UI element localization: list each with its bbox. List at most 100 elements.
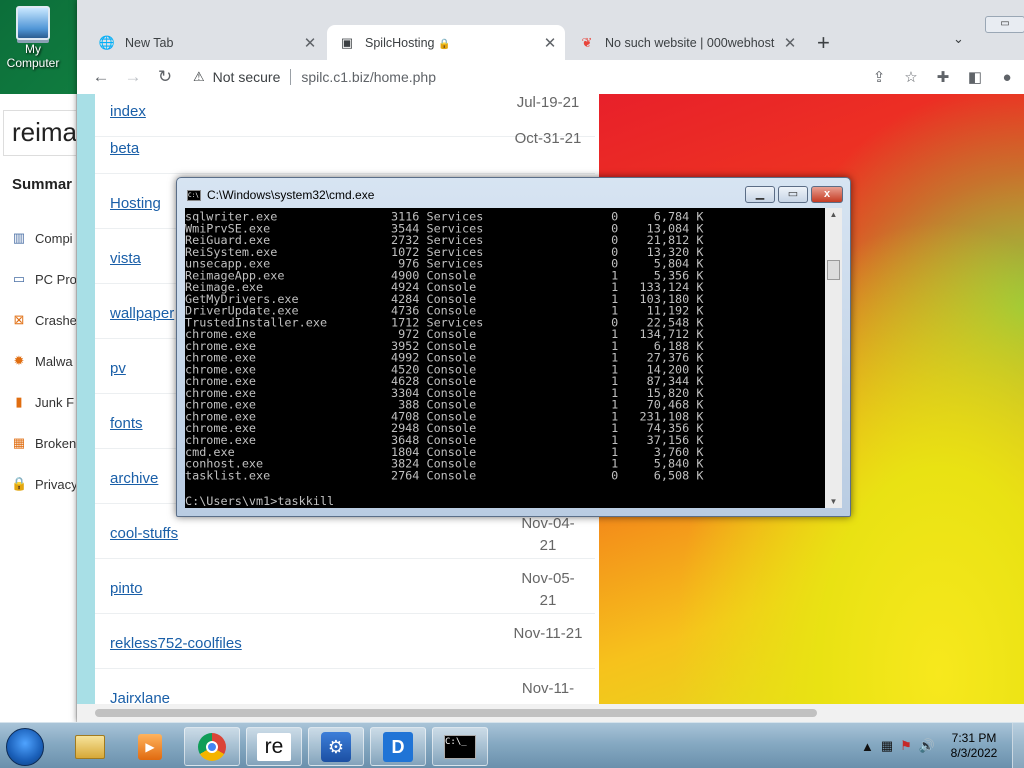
tab-new-tab[interactable]: 🌐 New Tab ✕ [87,25,325,60]
site-icon: ▣ [340,34,354,50]
address-bar[interactable]: ⚠ Not secure spilc.c1.biz/home.php [193,63,853,91]
reimage-item-label: Junk F [35,394,75,410]
reimage-item-label: Compi [35,230,73,246]
side-panel-icon[interactable]: ◧ [959,68,991,86]
tasklist-output: sqlwriter.exe 3116 Services 0 6,784 K Wmi… [185,211,825,481]
clock-time: 7:31 PM [951,731,997,745]
file-explorer-icon[interactable] [62,727,118,766]
tab-spilchosting[interactable]: ▣ SpilcHosting 🔒 ✕ [327,25,565,60]
site-link[interactable]: pinto [110,580,143,597]
site-link[interactable]: rekless752-coolfiles [110,635,242,652]
site-date: Nov-11- [521,680,575,697]
cmd-vertical-scrollbar[interactable]: ▲ ▼ [825,208,842,508]
cmd-console-area[interactable]: sqlwriter.exe 3116 Services 0 6,784 K Wmi… [185,208,825,508]
start-button[interactable] [6,728,44,766]
tab-000webhost[interactable]: ❦ No such website | 000webhost ✕ [567,25,805,60]
globe-icon: 🌐 [98,34,116,50]
site-link[interactable]: archive [110,470,158,487]
new-tab-button[interactable]: + [817,30,830,56]
reimage-item-privacy[interactable]: 🔒 Privacy [11,476,77,492]
url-text: spilc.c1.biz/home.php [301,69,436,85]
tab-search-chevron-icon[interactable]: ⌄ [953,31,964,47]
tab-title: New Tab [125,35,174,50]
close-tab-icon[interactable]: ✕ [541,34,559,52]
settings-shield-icon[interactable]: ⚙ [308,727,364,766]
back-arrow-icon[interactable]: ← [85,67,117,87]
bookmark-star-icon[interactable]: ☆ [895,68,927,86]
cmd-maximize-button[interactable]: ▭ [778,186,808,203]
grid-icon: ▦ [12,435,26,450]
extensions-puzzle-icon[interactable]: ✚ [927,68,959,86]
tab-title: No such website | 000webhost [605,35,775,50]
reimage-item-label: Privacy [35,476,77,492]
reimage-item-junk-files[interactable]: ▮ Junk F [11,394,74,410]
window-minimize-button[interactable]: ▭ [985,16,1024,33]
chrome-icon[interactable] [184,727,240,766]
reimage-item-malware[interactable]: ✹ Malwa [11,353,73,369]
cmd-minimize-button[interactable]: ▁ [745,186,775,203]
network-icon[interactable]: ▦ [881,738,893,754]
reimage-item-pc-profile[interactable]: ▭ PC Pro [11,271,77,287]
reimage-logo: reimag [3,110,76,156]
taskbar: ▶ re ⚙ D C:\_ ▲ ▦ ⚑ 🔊 7:31 PM 8/3/2022 [0,722,1024,768]
action-center-flag-icon[interactable]: ⚑ [900,738,912,754]
scroll-up-arrow-icon[interactable]: ▲ [825,210,842,219]
site-date: Nov-05-21 [521,570,575,609]
site-link[interactable]: Jairxlane [110,690,170,704]
clock[interactable]: 7:31 PM 8/3/2022 [942,731,1006,761]
site-link[interactable]: fonts [110,415,143,432]
site-link[interactable]: vista [110,250,141,267]
list-item: pinto Nov-05-21 [95,559,595,614]
cmd-window: C:\ C:\Windows\system32\cmd.exe ▁ ▭ x sq… [176,177,851,517]
site-link[interactable]: Hosting [110,195,161,212]
reimage-item-label: PC Pro [35,271,77,287]
list-item: rekless752-coolfiles Nov-11-21 [95,614,595,669]
cmd-icon: C:\ [187,189,201,201]
close-tab-icon[interactable]: ✕ [781,34,799,52]
site-link[interactable]: cool-stuffs [110,525,178,542]
reimage-item-label: Malwa [35,353,73,369]
site-date: Nov-11-21 [513,625,583,642]
bar-chart-icon: ▥ [12,230,26,245]
close-tab-icon[interactable]: ✕ [301,34,319,52]
monitor-icon: ▭ [12,271,26,286]
site-link[interactable]: index [110,103,146,120]
forward-arrow-icon[interactable]: → [117,67,149,87]
horizontal-scrollbar[interactable] [77,704,1024,722]
show-desktop-button[interactable] [1012,723,1024,768]
scroll-down-arrow-icon[interactable]: ▼ [825,497,842,506]
reload-icon[interactable]: ↻ [149,67,181,87]
show-hidden-icons-icon[interactable]: ▲ [861,739,874,754]
webhost-icon: ❦ [581,34,593,50]
tab-strip: 🌐 New Tab ✕ ▣ SpilcHosting 🔒 ✕ ❦ No such… [77,0,1024,60]
media-player-icon[interactable]: ▶ [122,727,178,766]
site-date: Nov-04-21 [521,515,575,554]
site-link[interactable]: pv [110,360,126,377]
reimage-item-computer[interactable]: ▥ Compi [11,230,73,246]
cmd-icon[interactable]: C:\_ [432,727,488,766]
process-row: tasklist.exe 2764 Console 0 6,508 K [185,468,704,483]
site-link[interactable]: beta [110,140,139,157]
cmd-close-button[interactable]: x [811,186,843,203]
reimage-item-crashes[interactable]: ⊠ Crashe [11,312,77,328]
share-icon[interactable]: ⇪ [863,68,895,86]
crash-icon: ⊠ [13,312,25,327]
profile-icon[interactable]: ● [991,69,1023,86]
reimage-item-label: Crashe [35,312,77,328]
scrollbar-thumb[interactable] [827,260,840,280]
cmd-prompt-line: C:\Users\vm1>taskkill [185,494,335,508]
reimage-icon[interactable]: re [246,727,302,766]
browser-toolbar: ← → ↻ ⚠ Not secure spilc.c1.biz/home.php… [77,60,1024,94]
clock-date: 8/3/2022 [950,746,998,760]
cmd-title-text: C:\Windows\system32\cmd.exe [207,188,375,202]
virus-icon: ✹ [13,353,25,368]
cmd-titlebar[interactable]: C:\ C:\Windows\system32\cmd.exe [187,188,374,202]
warning-icon: ⚠ [193,69,205,84]
driver-icon[interactable]: D [370,727,426,766]
volume-icon[interactable]: 🔊 [919,738,935,754]
site-link[interactable]: wallpaper [110,305,174,322]
page-left-strip [77,94,95,704]
scrollbar-thumb[interactable] [95,709,817,717]
reimage-item-broken[interactable]: ▦ Broken [11,435,76,451]
lock-icon: 🔒 [11,476,28,491]
